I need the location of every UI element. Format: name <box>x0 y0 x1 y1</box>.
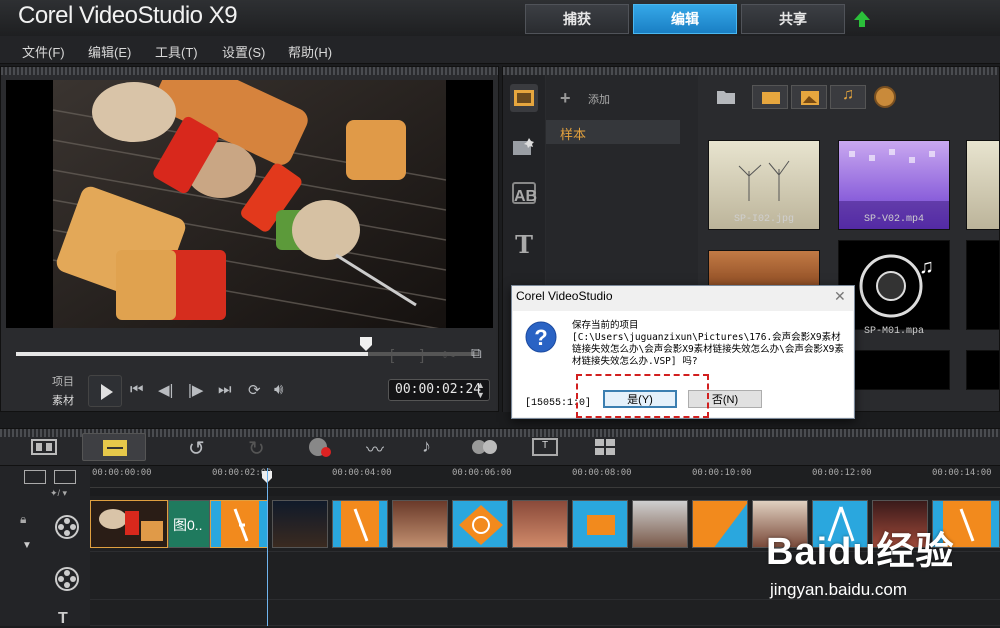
svg-text:♫: ♫ <box>919 256 934 278</box>
overlay-track-icon[interactable] <box>54 566 80 592</box>
menu-tools[interactable]: 工具(T) <box>155 42 198 61</box>
timeline-clip-title[interactable]: 图0.. <box>168 500 210 548</box>
thumbnail-partial[interactable] <box>966 240 1000 330</box>
end-icon[interactable]: ⏭ <box>218 381 232 398</box>
tick-label: 00:00:00:00 <box>92 468 152 478</box>
home-icon[interactable]: ⏮ <box>130 381 144 398</box>
text-icon[interactable]: T <box>510 230 538 259</box>
title-ab-icon[interactable]: AB <box>512 182 537 205</box>
transition-icon[interactable] <box>510 133 538 161</box>
timeline-transition[interactable] <box>692 500 748 548</box>
show-audio-icon[interactable]: ♫ <box>830 85 866 109</box>
menu-edit[interactable]: 编辑(E) <box>88 42 131 61</box>
folder-open-icon[interactable] <box>716 88 736 106</box>
preview-video <box>6 80 493 328</box>
timeline-view-icon[interactable] <box>30 436 58 458</box>
timeline-clip[interactable] <box>272 500 328 548</box>
subtitle-editor-icon[interactable]: T <box>532 438 558 456</box>
project-label[interactable]: 项目 <box>52 373 74 389</box>
show-photo-icon[interactable] <box>791 85 827 109</box>
timeline-clip[interactable] <box>392 500 448 548</box>
timeline-transition[interactable] <box>210 500 268 548</box>
clip-label[interactable]: 素材 <box>52 392 74 408</box>
volume-icon[interactable]: 🔊︎ <box>274 381 283 398</box>
app-title: Corel VideoStudio X9 <box>18 2 238 29</box>
thumbnail-image[interactable] <box>708 250 820 290</box>
svg-text:?: ? <box>534 325 547 350</box>
ripple-toggle-icon[interactable]: ✦/ ▾ <box>50 488 67 499</box>
play-button[interactable] <box>88 375 122 407</box>
dialog-title: Corel VideoStudio <box>516 289 613 303</box>
mark-in-icon[interactable]: [ <box>390 347 394 364</box>
tick-label: 00:00:06:00 <box>452 468 512 478</box>
thumbnail-partial[interactable] <box>966 350 1000 390</box>
upload-arrow-icon[interactable] <box>852 9 872 29</box>
sample-folder[interactable]: 样本 <box>546 120 680 144</box>
next-frame-icon[interactable]: |▶ <box>188 381 203 399</box>
scrub-progress[interactable] <box>16 352 368 356</box>
timeline-transition[interactable] <box>452 500 508 548</box>
timeline-clip[interactable] <box>632 500 688 548</box>
scrub-handle-icon[interactable] <box>360 337 372 351</box>
expand-track-icon[interactable]: ▼ <box>22 540 32 551</box>
media-icon[interactable] <box>510 84 538 112</box>
tick-label: 00:00:12:00 <box>812 468 872 478</box>
lock-track-icon[interactable]: 🔒︎ <box>20 512 26 527</box>
question-icon: ? <box>524 320 558 354</box>
track-manager-icon[interactable] <box>24 470 46 484</box>
motion-tracking-icon[interactable] <box>470 438 500 456</box>
playhead[interactable] <box>267 468 268 626</box>
undo-icon[interactable]: ↺ <box>188 436 205 461</box>
previous-frame-icon[interactable]: ◀| <box>158 381 173 399</box>
auto-music-icon[interactable]: ♪ <box>422 436 431 457</box>
scissors-icon[interactable]: ✂ <box>443 346 456 364</box>
dialog-message: 保存当前的项目 [C:\Users\juguanzixun\Pictures\1… <box>572 320 844 367</box>
tick-label: 00:00:14:00 <box>932 468 992 478</box>
add-label[interactable]: 添加 <box>588 91 610 107</box>
mark-out-icon[interactable]: ] <box>420 347 424 364</box>
show-video-icon[interactable] <box>752 85 788 109</box>
timeline-clip[interactable] <box>512 500 568 548</box>
menu-help[interactable]: 帮助(H) <box>288 42 332 61</box>
storyboard-view-icon[interactable] <box>82 433 146 461</box>
title-track[interactable] <box>90 600 1000 626</box>
video-track-icon[interactable] <box>54 514 80 540</box>
timeline-clip[interactable] <box>90 500 168 548</box>
title-track-icon[interactable]: T <box>58 610 68 628</box>
thumbnail-partial[interactable] <box>966 140 1000 230</box>
redo-icon[interactable]: ↻ <box>248 436 265 461</box>
tab-capture[interactable]: 捕获 <box>525 4 629 34</box>
show-effects-icon[interactable] <box>874 86 896 108</box>
timeline-transition[interactable] <box>572 500 628 548</box>
highlight-box <box>576 374 709 418</box>
timeline-transition[interactable] <box>332 500 388 548</box>
menu-file[interactable]: 文件(F) <box>22 42 65 61</box>
thumbnail-label: SP-V02.mp4 <box>863 214 924 225</box>
add-chapter-icon[interactable] <box>54 470 76 484</box>
tab-edit[interactable]: 编辑 <box>633 4 737 34</box>
enlarge-icon[interactable]: ⧉ <box>471 345 482 362</box>
repeat-icon[interactable]: ⟳ <box>248 381 261 399</box>
thumbnail-label: SP-I02.jpg <box>733 214 794 225</box>
multi-camera-icon[interactable] <box>594 438 616 456</box>
record-capture-icon[interactable] <box>308 436 332 458</box>
tick-label: 00:00:04:00 <box>332 468 392 478</box>
close-icon[interactable]: ✕ <box>834 288 846 305</box>
timeline-toolbar <box>0 428 1000 466</box>
baidu-watermark: Baidu经验 <box>766 531 955 573</box>
tab-share[interactable]: 共享 <box>741 4 845 34</box>
menu-bar <box>0 36 1000 64</box>
add-icon[interactable]: + <box>560 88 571 109</box>
timecode-display[interactable]: 00:00:02:24 <box>388 379 490 401</box>
baidu-watermark-url: jingyan.baidu.com <box>770 580 908 599</box>
play-icon <box>101 384 113 400</box>
timecode-stepper-icon[interactable]: ▲ ▼ <box>476 380 485 400</box>
tick-label: 00:00:08:00 <box>572 468 632 478</box>
tick-label: 00:00:10:00 <box>692 468 752 478</box>
audio-mixer-icon[interactable]: 〰 <box>366 436 384 462</box>
track-headers <box>0 466 90 626</box>
menu-settings[interactable]: 设置(S) <box>222 42 265 61</box>
